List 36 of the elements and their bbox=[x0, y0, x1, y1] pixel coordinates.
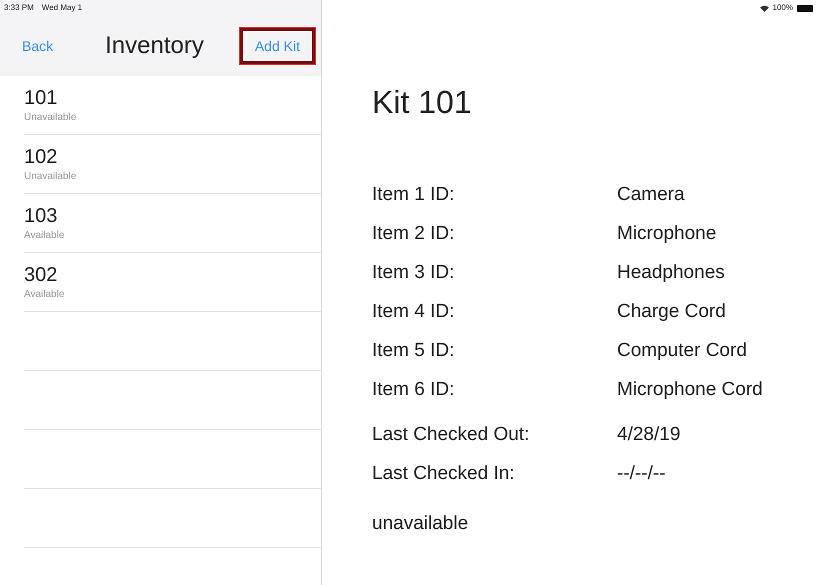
field-label: Item 5 ID: bbox=[372, 339, 456, 364]
field-value: Headphones bbox=[617, 261, 725, 286]
field-label: Last Checked In: bbox=[372, 462, 516, 486]
status-date: Wed May 1 bbox=[42, 2, 82, 14]
battery-percent: 100% bbox=[772, 2, 793, 14]
kit-row[interactable]: 103 Available bbox=[24, 194, 321, 253]
field-label: Item 4 ID: bbox=[372, 300, 456, 324]
field-label: Item 3 ID: bbox=[372, 261, 456, 286]
field-label: Item 6 ID: bbox=[372, 378, 456, 402]
field-value: --/--/-- bbox=[617, 462, 666, 486]
kit-row[interactable]: 102 Unavailable bbox=[24, 135, 321, 194]
status-time: 3:33 PM bbox=[4, 2, 34, 14]
kit-status: Available bbox=[24, 228, 66, 242]
field-value: Camera bbox=[617, 183, 685, 208]
battery-icon bbox=[797, 4, 813, 12]
field-value: Charge Cord bbox=[617, 300, 726, 324]
kit-row[interactable]: 302 Available bbox=[24, 253, 321, 312]
kit-row[interactable]: 101 Unavailable bbox=[24, 76, 321, 135]
kit-status: Available bbox=[24, 288, 66, 302]
kit-title: Kit 101 bbox=[372, 83, 473, 122]
kit-number: 101 bbox=[24, 86, 58, 110]
kit-number: 103 bbox=[24, 204, 58, 228]
wifi-icon bbox=[760, 4, 769, 12]
field-value: Computer Cord bbox=[617, 339, 747, 364]
availability-text: unavailable bbox=[372, 512, 470, 536]
field-label: Last Checked Out: bbox=[372, 423, 530, 448]
kit-number: 102 bbox=[24, 144, 58, 168]
kit-status: Unavailable bbox=[24, 110, 78, 124]
field-value: Microphone bbox=[617, 222, 716, 246]
nav-title: Inventory bbox=[105, 31, 204, 61]
field-label: Item 1 ID: bbox=[372, 183, 456, 208]
field-label: Item 2 ID: bbox=[372, 222, 456, 246]
kit-status: Unavailable bbox=[24, 170, 78, 184]
field-value: 4/28/19 bbox=[617, 423, 680, 448]
field-value: Microphone Cord bbox=[617, 378, 763, 402]
kit-number: 302 bbox=[24, 262, 58, 286]
